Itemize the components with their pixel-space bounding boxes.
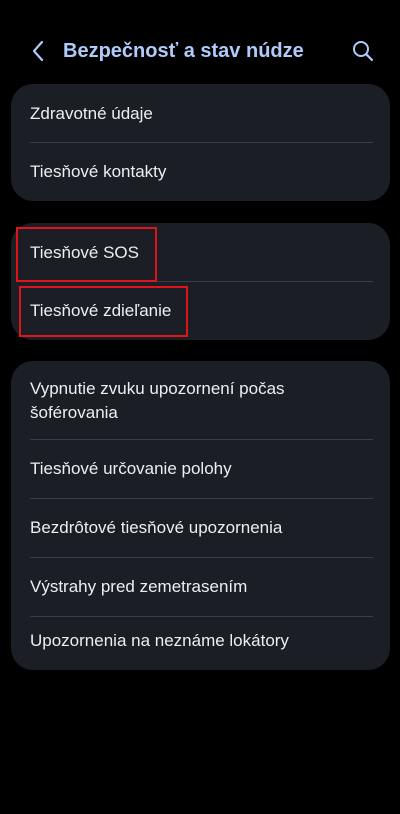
settings-item-emergency-location[interactable]: Tiesňové určovanie polohy — [11, 440, 390, 498]
search-icon — [353, 41, 374, 62]
settings-item-emergency-sharing[interactable]: Tiesňové zdieľanie — [11, 282, 390, 340]
settings-item-label: Tiesňové určovanie polohy — [30, 459, 232, 478]
settings-item-label: Tiesňové kontakty — [30, 162, 167, 181]
settings-item-label: Tiesňové zdieľanie — [30, 301, 172, 320]
settings-item-label: Zdravotné údaje — [30, 104, 153, 123]
settings-item-label: Upozornenia na neznáme lokátory — [30, 631, 289, 650]
back-button[interactable] — [24, 36, 52, 66]
settings-item-unknown-trackers[interactable]: Upozornenia na neznáme lokátory — [11, 617, 390, 669]
settings-group-health: Zdravotné údaje Tiesňové kontakty — [11, 84, 390, 201]
settings-item-driving-mute[interactable]: Vypnutie zvuku upozornení počas šoférova… — [11, 361, 390, 439]
settings-group-emergency: Tiesňové SOS Tiesňové zdieľanie — [11, 223, 390, 340]
settings-item-label: Výstrahy pred zemetrasením — [30, 577, 248, 596]
settings-item-label: Tiesňové SOS — [30, 243, 139, 262]
settings-item-wireless-alerts[interactable]: Bezdrôtové tiesňové upozornenia — [11, 499, 390, 557]
chevron-left-icon — [32, 40, 44, 62]
settings-group-safety: Vypnutie zvuku upozornení počas šoférova… — [11, 361, 390, 670]
settings-item-medical-info[interactable]: Zdravotné údaje — [11, 84, 390, 142]
settings-item-earthquake-alerts[interactable]: Výstrahy pred zemetrasením — [11, 558, 390, 616]
settings-item-label: Bezdrôtové tiesňové upozornenia — [30, 518, 283, 537]
search-button[interactable] — [348, 36, 378, 66]
settings-item-label: Vypnutie zvuku upozornení počas šoférova… — [30, 379, 285, 422]
settings-item-emergency-contacts[interactable]: Tiesňové kontakty — [11, 143, 390, 201]
settings-item-emergency-sos[interactable]: Tiesňové SOS — [11, 223, 390, 281]
page-title: Bezpečnosť a stav núdze — [63, 40, 304, 62]
